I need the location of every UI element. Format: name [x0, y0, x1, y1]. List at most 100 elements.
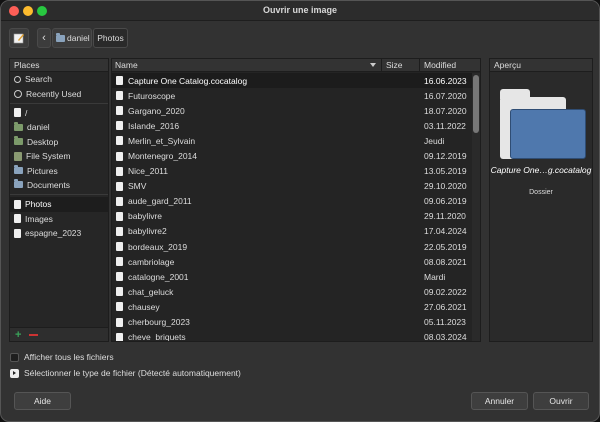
- file-name: Gargano_2020: [128, 105, 185, 116]
- folder-icon: [14, 121, 23, 131]
- place-item-recently-used[interactable]: Recently Used: [10, 86, 108, 100]
- file-icon: [14, 214, 21, 224]
- file-modified-cell: 17.04.2024: [424, 226, 467, 237]
- preview-header: Aperçu: [490, 59, 592, 72]
- show-all-files-checkbox[interactable]: [10, 352, 19, 362]
- place-item-desktop[interactable]: Desktop: [10, 135, 108, 149]
- file-row[interactable]: chat_geluck 09.02.2022: [112, 284, 472, 299]
- file-modified-cell: 16.06.2023: [424, 75, 467, 86]
- expander-arrow-icon: [10, 368, 19, 378]
- column-header-name[interactable]: Name: [112, 59, 382, 72]
- file-row[interactable]: cambriolage 08.08.2021: [112, 254, 472, 269]
- remove-bookmark-button[interactable]: [29, 333, 39, 336]
- breadcrumb-item-photos[interactable]: Photos: [93, 28, 128, 48]
- file-row[interactable]: Nice_2011 13.05.2019: [112, 164, 472, 179]
- file-name: Capture One Catalog.cocatalog: [128, 75, 248, 86]
- file-icon: [116, 166, 123, 176]
- preview-panel: Aperçu Capture One…g.cocatalog Dossier: [489, 58, 593, 342]
- file-row[interactable]: chausey 27.06.2021: [112, 299, 472, 314]
- place-item-search[interactable]: Search: [10, 72, 108, 86]
- file-name-cell: Montenegro_2014: [116, 151, 197, 161]
- file-name-cell: catalogne_2001: [116, 272, 189, 282]
- file-modified-cell: Jeudi: [424, 135, 445, 146]
- file-row[interactable]: babylivre2 17.04.2024: [112, 224, 472, 239]
- file-modified-cell: 27.06.2021: [424, 301, 467, 312]
- file-name: aude_gard_2011: [128, 196, 192, 207]
- file-row[interactable]: Montenegro_2014 09.12.2019: [112, 148, 472, 163]
- open-image-dialog: Ouvrir une image ‹ daniel Photos Places …: [0, 0, 600, 422]
- file-name-cell: Islande_2016: [116, 121, 179, 131]
- file-list: Name Size Modified Capture One Catalog.c…: [111, 58, 481, 342]
- file-row[interactable]: Futuroscope 16.07.2020: [112, 88, 472, 103]
- file-name-cell: bordeaux_2019: [116, 242, 187, 252]
- file-icon: [116, 257, 123, 267]
- place-label: Desktop: [27, 136, 59, 147]
- column-label: Modified: [424, 60, 457, 70]
- place-item-daniel[interactable]: daniel: [10, 120, 108, 134]
- cancel-button[interactable]: Annuler: [471, 392, 528, 410]
- select-file-type-label: Sélectionner le type de fichier (Détecté…: [24, 368, 241, 378]
- type-location-button[interactable]: [9, 28, 29, 48]
- file-modified-cell: 29.11.2020: [424, 211, 466, 222]
- place-item-file-system[interactable]: File System: [10, 149, 108, 163]
- file-name-cell: SMV: [116, 181, 146, 191]
- file-modified-cell: 13.05.2019: [424, 166, 467, 177]
- file-name-cell: babylivre: [116, 211, 162, 221]
- column-header-size[interactable]: Size: [383, 59, 420, 72]
- file-row[interactable]: cherbourg_2023 05.11.2023: [112, 315, 472, 330]
- file-icon: [116, 332, 123, 341]
- preview-filename: Capture One…g.cocatalog: [490, 165, 592, 175]
- file-row[interactable]: bordeaux_2019 22.05.2019: [112, 239, 472, 254]
- file-row[interactable]: cheve_briquets 08.03.2024: [112, 330, 472, 342]
- file-modified-cell: 09.06.2019: [424, 196, 467, 207]
- file-row[interactable]: Gargano_2020 18.07.2020: [112, 103, 472, 118]
- file-modified-cell: 08.03.2024: [424, 332, 467, 342]
- file-icon: [116, 106, 123, 116]
- chevron-left-icon: ‹: [42, 32, 46, 44]
- file-name: Futuroscope: [128, 90, 176, 101]
- file-icon: [14, 199, 21, 209]
- place-item-photos[interactable]: Photos: [10, 197, 108, 212]
- open-button[interactable]: Ouvrir: [533, 392, 589, 410]
- file-name: Nice_2011: [128, 166, 169, 177]
- file-modified-cell: Mardi: [424, 271, 446, 282]
- place-item-images[interactable]: Images: [10, 212, 108, 226]
- file-list-scrollbar[interactable]: [472, 73, 480, 341]
- place-item-documents[interactable]: Documents: [10, 178, 108, 192]
- file-row[interactable]: SMV 29.10.2020: [112, 179, 472, 194]
- file-modified-cell: 09.12.2019: [424, 151, 467, 162]
- column-header-modified[interactable]: Modified: [421, 59, 474, 72]
- place-item-espagne-2023[interactable]: espagne_2023: [10, 226, 108, 240]
- help-button[interactable]: Aide: [14, 392, 71, 410]
- folder-icon: [14, 179, 23, 189]
- breadcrumb-label: Photos: [97, 33, 124, 43]
- edit-icon: [13, 33, 24, 44]
- file-name: cherbourg_2023: [128, 317, 190, 328]
- file-row[interactable]: Merlin_et_Sylvain Jeudi: [112, 133, 472, 148]
- file-name-cell: chat_geluck: [116, 287, 173, 297]
- file-row[interactable]: aude_gard_2011 09.06.2019: [112, 194, 472, 209]
- preview-filetype: Dossier: [529, 189, 553, 196]
- breadcrumb-back-button[interactable]: ‹: [37, 28, 51, 48]
- show-all-files-option[interactable]: Afficher tous les fichiers: [10, 352, 114, 362]
- folder-icon: [56, 32, 65, 42]
- file-icon: [116, 242, 123, 252]
- place-item-root[interactable]: /: [10, 106, 108, 120]
- file-name: chat_geluck: [128, 286, 174, 297]
- select-file-type-expander[interactable]: Sélectionner le type de fichier (Détecté…: [10, 368, 241, 378]
- file-row[interactable]: babylivre 29.11.2020: [112, 209, 472, 224]
- file-name-cell: Gargano_2020: [116, 106, 185, 116]
- add-bookmark-button[interactable]: +: [15, 329, 21, 341]
- file-row[interactable]: catalogne_2001 Mardi: [112, 269, 472, 284]
- file-name: SMV: [128, 181, 147, 192]
- file-name-cell: Futuroscope: [116, 91, 175, 101]
- file-name: Islande_2016: [128, 120, 180, 131]
- breadcrumb-item-daniel[interactable]: daniel: [52, 28, 92, 48]
- file-modified-cell: 16.07.2020: [424, 90, 467, 101]
- scrollbar-thumb[interactable]: [473, 75, 479, 133]
- file-row[interactable]: Islande_2016 03.11.2022: [112, 118, 472, 133]
- file-modified-cell: 05.11.2023: [424, 317, 466, 328]
- place-item-pictures[interactable]: Pictures: [10, 163, 108, 177]
- file-name: Montenegro_2014: [128, 151, 198, 162]
- file-row[interactable]: Capture One Catalog.cocatalog 16.06.2023: [112, 73, 472, 89]
